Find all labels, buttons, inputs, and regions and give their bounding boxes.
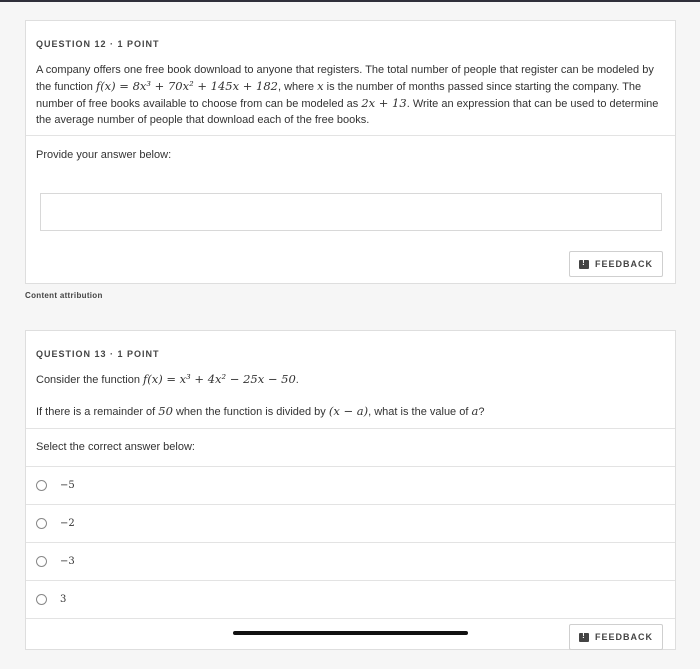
question-12-body: QUESTION 12 · 1 POINT A company offers o… (26, 21, 675, 136)
feedback-button[interactable]: FEEDBACK (568, 251, 663, 277)
answer-choice-3[interactable]: −3 (26, 543, 675, 581)
answer-choice-4[interactable]: 3 (26, 581, 675, 619)
question-12-text: A company offers one free book download … (36, 62, 665, 128)
choice-label: −3 (60, 556, 75, 567)
question-13-header: QUESTION 13 · 1 POINT (36, 349, 160, 359)
answer-choice-2[interactable]: −2 (26, 505, 675, 543)
q13-function: f(x) = x³ + 4x² − 25x − 50 (143, 372, 296, 386)
q13-remainder: 50 (158, 404, 173, 418)
q13-text-part: If there is a remainder of (36, 406, 159, 418)
select-prompt: Select the correct answer below: (36, 441, 195, 453)
question-12-card: QUESTION 12 · 1 POINT A company offers o… (25, 20, 676, 284)
feedback-label: FEEDBACK (594, 632, 653, 642)
answer-prompt: Provide your answer below: (36, 149, 172, 161)
feedback-label: FEEDBACK (594, 259, 653, 269)
home-indicator (233, 631, 468, 635)
question-13-prompt-row: Select the correct answer below: (26, 429, 675, 467)
choice-label: −2 (60, 518, 75, 529)
choice-label: 3 (60, 594, 67, 605)
answer-input[interactable] (40, 193, 662, 231)
feedback-icon (578, 631, 589, 642)
question-13-line-2: If there is a remainder of 50 when the f… (36, 403, 665, 420)
radio-icon[interactable] (36, 594, 47, 605)
content-attribution-link[interactable]: Content attribution (25, 291, 103, 300)
choice-label: −5 (60, 480, 75, 491)
q13-text-part: Consider the function (36, 374, 144, 386)
question-13-footer: FEEDBACK (26, 619, 675, 669)
q12-books-expression: 2x + 13 (361, 96, 407, 110)
question-13-body: QUESTION 13 · 1 POINT Consider the funct… (26, 331, 675, 429)
q13-text-part: ? (478, 406, 485, 418)
q13-text-part: , what is the value of (368, 406, 472, 418)
q13-text-part: when the function is divided by (172, 406, 329, 418)
q13-text-part: . (295, 374, 299, 386)
answer-choice-1[interactable]: −5 (26, 467, 675, 505)
radio-icon[interactable] (36, 518, 47, 529)
question-12-answer-area: Provide your answer below: FEEDBACK (26, 136, 675, 284)
feedback-button[interactable]: FEEDBACK (568, 624, 663, 650)
feedback-icon (578, 258, 589, 269)
q12-text-part: , where (277, 81, 318, 93)
radio-icon[interactable] (36, 556, 47, 567)
q12-function: f(x) = 8x³ + 70x² + 145x + 182 (95, 79, 278, 93)
question-13-line-1: Consider the function f(x) = x³ + 4x² − … (36, 371, 665, 388)
question-13-card: QUESTION 13 · 1 POINT Consider the funct… (25, 330, 676, 650)
top-bar (0, 0, 700, 2)
question-12-header: QUESTION 12 · 1 POINT (36, 39, 160, 49)
q13-divisor: (x − a) (328, 404, 369, 418)
radio-icon[interactable] (36, 480, 47, 491)
